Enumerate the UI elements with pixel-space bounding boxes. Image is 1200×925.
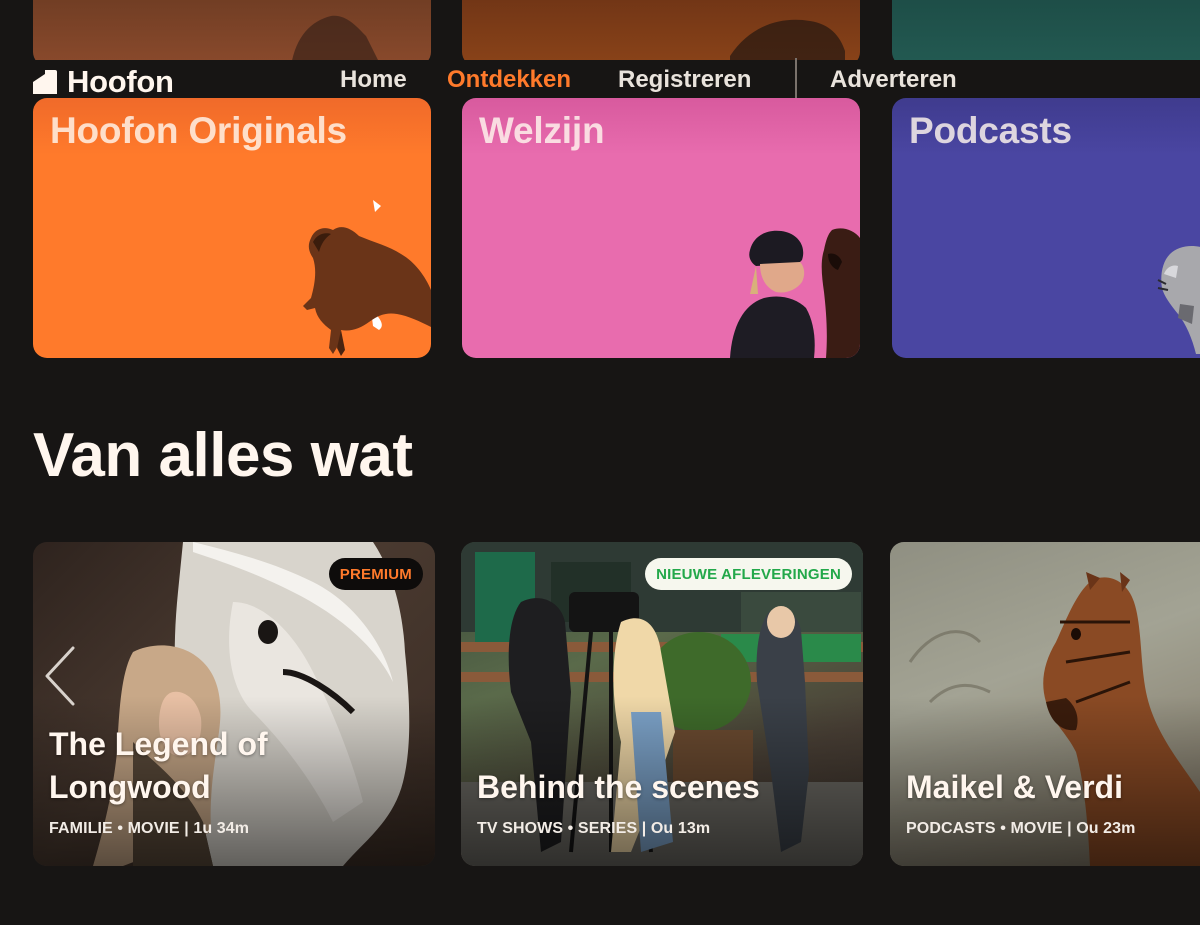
rider-kissing-horse-image — [730, 228, 860, 358]
horse-image — [303, 200, 431, 356]
nav-item-home[interactable]: Home — [340, 66, 407, 94]
category-title: Hoofon Originals — [50, 110, 347, 151]
hoofon-logo[interactable]: Hoofon — [33, 64, 174, 100]
category-title: Podcasts — [909, 110, 1072, 151]
nav-item-ontdekken[interactable]: Ontdekken — [447, 66, 571, 94]
top-row-card-2[interactable] — [462, 0, 860, 66]
nav-divider — [795, 58, 797, 98]
card-meta: PODCASTS • MOVIE | Ou 23m — [906, 820, 1136, 837]
content-card-legend-of-longwood[interactable]: PREMIUM The Legend of Longwood FAMILIE •… — [33, 542, 435, 866]
new-episodes-badge: NIEUWE AFLEVERINGEN — [645, 558, 852, 590]
card-title: Maikel & Verdi — [906, 769, 1123, 805]
grey-horse-image — [1157, 246, 1200, 354]
page: Hoofon Home Ontdekken Registreren Advert… — [0, 0, 1200, 925]
card-meta: FAMILIE • MOVIE | 1u 34m — [49, 820, 250, 837]
card-meta: TV SHOWS • SERIES | Ou 13m — [477, 820, 711, 837]
horse-silhouette-image — [730, 19, 845, 66]
top-row-card-3[interactable] — [892, 0, 1200, 66]
nav-item-adverteren[interactable]: Adverteren — [830, 66, 957, 94]
category-card-podcasts[interactable]: Podcasts — [892, 98, 1200, 358]
premium-badge: PREMIUM — [328, 558, 423, 590]
horse-silhouette-image — [1142, 0, 1200, 66]
top-row-card-1[interactable] — [33, 0, 431, 66]
nav-item-registreren[interactable]: Registreren — [618, 66, 751, 94]
card-title: Behind the scenes — [477, 769, 760, 805]
logo-mark-icon — [33, 70, 57, 94]
content-card-maikel-verdi[interactable]: P Maikel & Verdi PODCASTS • MOVIE | Ou 2… — [890, 542, 1200, 866]
card-title-line-1: The Legend of — [49, 726, 268, 762]
category-card-welzijn[interactable]: Welzijn — [462, 98, 860, 358]
content-card-behind-the-scenes[interactable]: NIEUWE AFLEVERINGEN Behind the scenes TV… — [461, 542, 863, 866]
top-navigation: Hoofon Home Ontdekken Registreren Advert… — [0, 58, 1200, 100]
rider-silhouette-image — [291, 15, 381, 66]
chevron-left-icon[interactable] — [43, 644, 79, 708]
section-title: Van alles wat — [33, 421, 413, 490]
logo-text: Hoofon — [67, 64, 174, 99]
category-title: Welzijn — [479, 110, 605, 151]
card-title-line-2: Longwood — [49, 769, 211, 805]
category-card-hoofon-originals[interactable]: Hoofon Originals — [33, 98, 431, 358]
